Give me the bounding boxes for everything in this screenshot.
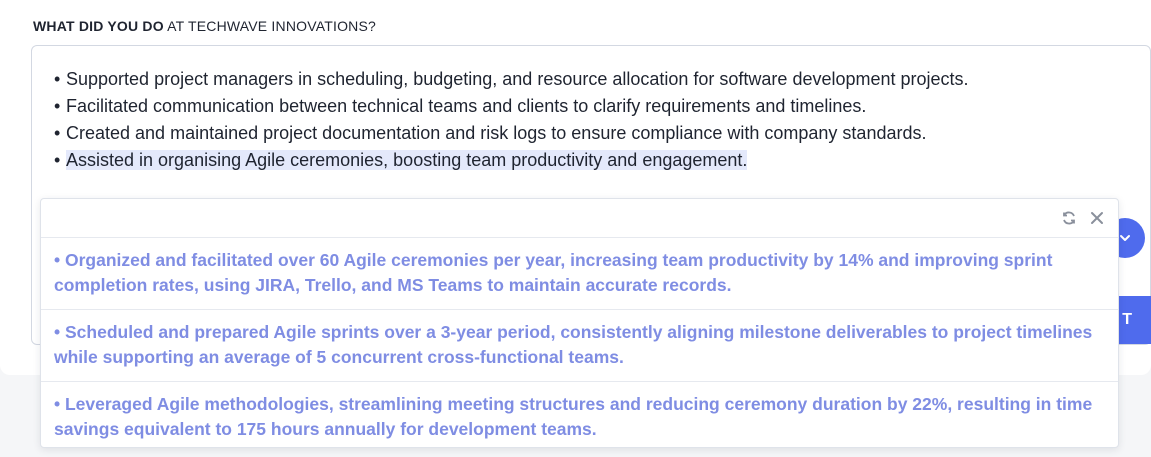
chevron-down-icon: [1120, 235, 1130, 241]
suggestion-item[interactable]: • Scheduled and prepared Agile sprints o…: [41, 310, 1118, 382]
bullet-item-selected: • Assisted in organising Agile ceremonies…: [54, 150, 748, 170]
bullet-item: • Facilitated communication between techn…: [54, 96, 867, 116]
question-label: WHAT DID YOU DO AT TECHWAVE INNOVATIONS?: [33, 18, 376, 34]
selected-text-highlight: Assisted in organising Agile ceremonies,…: [66, 150, 748, 170]
close-icon[interactable]: [1088, 209, 1106, 227]
suggestion-item[interactable]: • Leveraged Agile methodologies, streaml…: [41, 382, 1118, 453]
suggestion-item[interactable]: • Organized and facilitated over 60 Agil…: [41, 238, 1118, 310]
popup-tools: [1060, 209, 1106, 227]
refresh-icon[interactable]: [1060, 209, 1078, 227]
bullet-item: • Created and maintained project document…: [54, 123, 927, 143]
question-label-bold: WHAT DID YOU DO: [33, 18, 164, 34]
bullet-list: • Supported project managers in schedulin…: [54, 66, 969, 174]
question-label-rest: AT TECHWAVE INNOVATIONS?: [163, 18, 376, 34]
ai-suggestions-popup: • Organized and facilitated over 60 Agil…: [40, 198, 1119, 448]
bullet-item: • Supported project managers in schedulin…: [54, 69, 969, 89]
popup-header: [41, 199, 1118, 238]
